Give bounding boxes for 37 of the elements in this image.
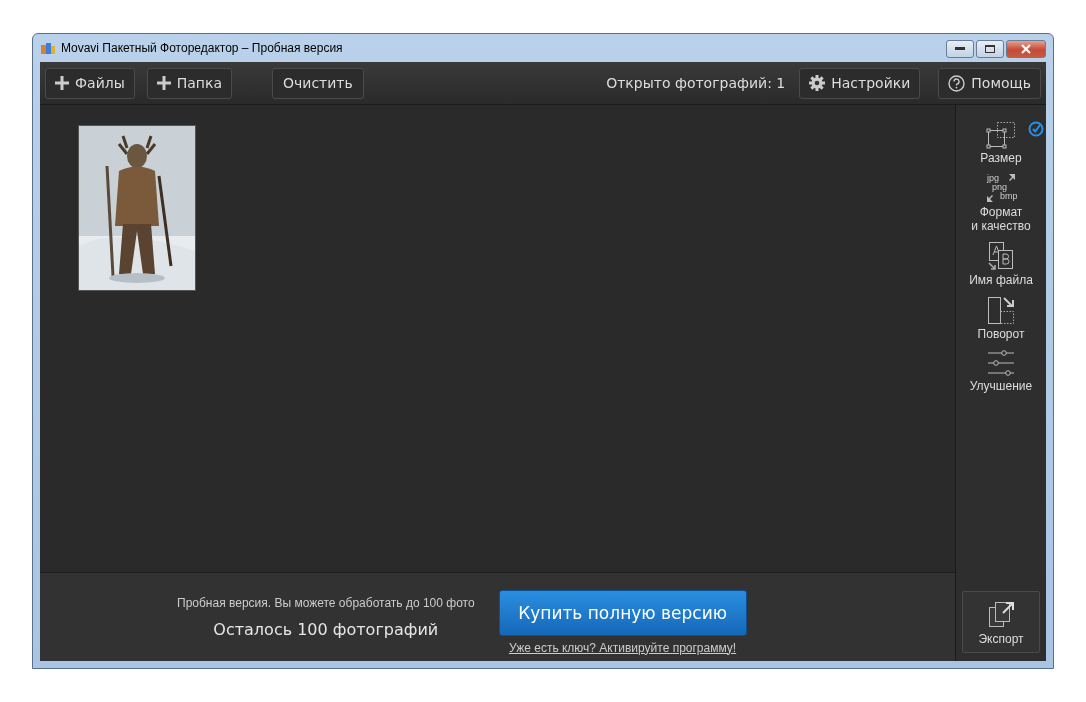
activate-link[interactable]: Уже есть ключ? Активируйте программу! [508,640,737,655]
window-title: Movavi Пакетный Фоторедактор – Пробная версия [61,41,343,55]
arrow-icon [1008,174,1016,182]
format-name: jpg [987,174,999,183]
settings-button[interactable]: Настройки [799,67,921,99]
tool-label[interactable]: Размер [980,151,1022,165]
settings-icon [809,75,826,91]
maximize-icon [985,45,995,53]
add-button[interactable]: Файлы [45,67,135,99]
add-button[interactable]: Папка [146,67,233,99]
trial-notice: Пробная версия. Вы можете обработать до 100 фото [177,595,475,610]
arrow-icon [986,194,994,202]
remaining-count: Осталось 100 фотографий [213,619,439,639]
clear-button[interactable]: Очистить [272,67,364,99]
close-icon [1020,44,1032,54]
minimize-button[interactable] [946,40,974,58]
photo-count: Открыто фотографий: 1 [606,75,786,91]
tool-label[interactable]: Поворот [977,327,1025,341]
buy-button[interactable]: Купить полную версию [498,589,747,636]
plus-icon [55,76,69,90]
export-button[interactable]: Экспорт [962,591,1040,653]
plus-icon [156,76,171,90]
format-name: bmp [1000,192,1018,201]
app-icon [40,41,56,55]
resize-icon[interactable] [986,121,1016,149]
rename-icon[interactable] [986,241,1016,271]
format-name: png [992,183,1007,192]
minimize-icon [955,47,965,51]
help-icon [948,74,966,92]
tool-label[interactable]: Имя файла [969,273,1033,287]
close-button[interactable] [1006,40,1046,58]
rotate-icon[interactable] [986,295,1016,325]
sliders-icon[interactable] [986,349,1016,377]
help-button[interactable]: Помощь [938,67,1041,99]
maximize-button[interactable] [976,40,1004,58]
tool-label[interactable]: Улучшение [969,379,1033,393]
tool-label[interactable]: Формат и качество [971,205,1031,233]
